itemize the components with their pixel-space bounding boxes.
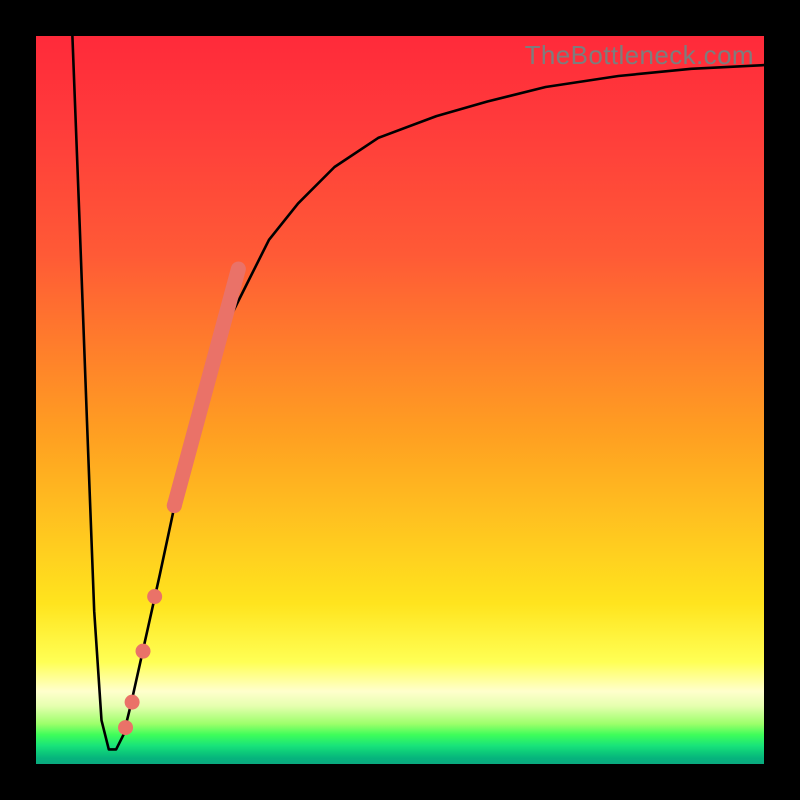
highlight-segment xyxy=(174,269,238,506)
plot-area: TheBottleneck.com xyxy=(36,36,764,764)
curve-line xyxy=(72,36,764,749)
chart-frame: TheBottleneck.com xyxy=(0,0,800,800)
chart-svg xyxy=(36,36,764,764)
